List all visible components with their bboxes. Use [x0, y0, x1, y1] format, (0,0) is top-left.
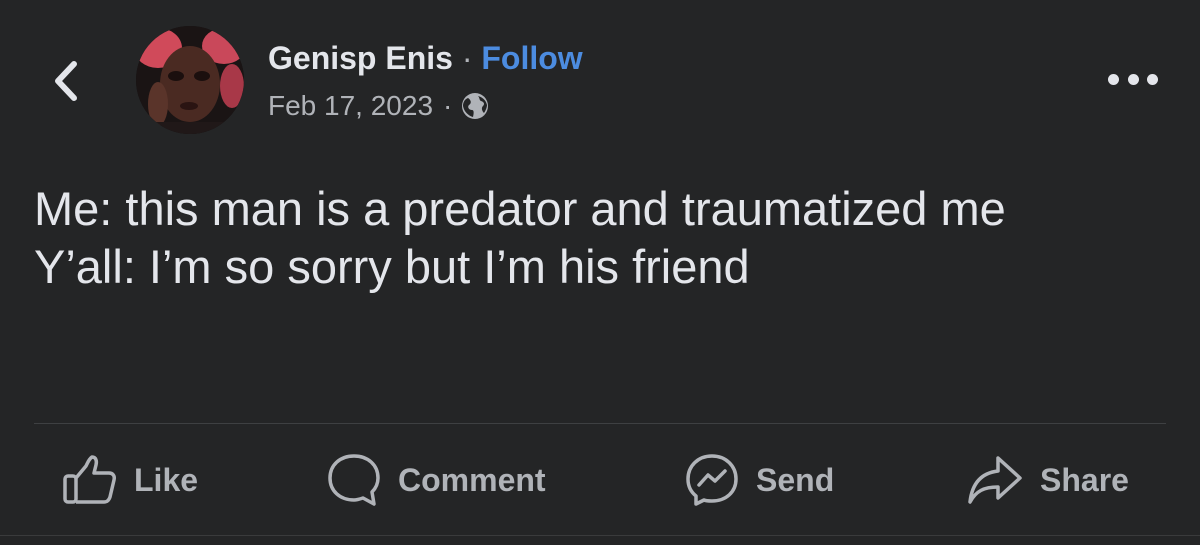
- separator-dot: ·: [461, 40, 473, 76]
- send-label: Send: [756, 461, 835, 498]
- divider: [34, 423, 1166, 424]
- post-text-line: Me: this man is a predator and traumatiz…: [34, 182, 1006, 235]
- comment-bubble-icon: [328, 454, 380, 506]
- chevron-left-icon: [55, 61, 77, 101]
- post-date[interactable]: Feb 17, 2023: [268, 88, 433, 124]
- author-name[interactable]: Genisp Enis: [268, 40, 453, 76]
- messenger-icon: [686, 454, 738, 506]
- send-button[interactable]: Send: [684, 450, 834, 510]
- action-bar: Like Comment Send Share: [0, 440, 1200, 520]
- post-text-line: Y’all: I’m so sorry but I’m his friend: [34, 240, 750, 293]
- thumbs-up-icon: [63, 455, 116, 504]
- more-horizontal-icon-dot: [1147, 73, 1158, 85]
- avatar[interactable]: [136, 26, 244, 134]
- more-horizontal-icon-dot: [1127, 73, 1139, 85]
- author-line: Genisp Enis · Follow: [268, 38, 583, 78]
- like-label: Like: [134, 461, 199, 498]
- share-label: Share: [1040, 461, 1129, 498]
- meta-separator-dot: ·: [443, 90, 453, 121]
- share-button[interactable]: Share: [966, 450, 1129, 510]
- post-body: Me: this man is a predator and traumatiz…: [34, 180, 1164, 296]
- share-arrow-icon: [968, 456, 1022, 504]
- globe-icon: [462, 93, 489, 119]
- post-meta: Feb 17, 2023 ·: [268, 88, 490, 124]
- bottom-divider: [0, 535, 1200, 536]
- like-button[interactable]: Like: [62, 450, 198, 510]
- more-horizontal-icon-dot: [1108, 73, 1119, 85]
- more-options-button[interactable]: [1108, 64, 1158, 94]
- follow-button[interactable]: Follow: [481, 40, 582, 76]
- comment-label: Comment: [398, 461, 546, 498]
- back-button[interactable]: [46, 56, 86, 106]
- comment-button[interactable]: Comment: [326, 450, 546, 510]
